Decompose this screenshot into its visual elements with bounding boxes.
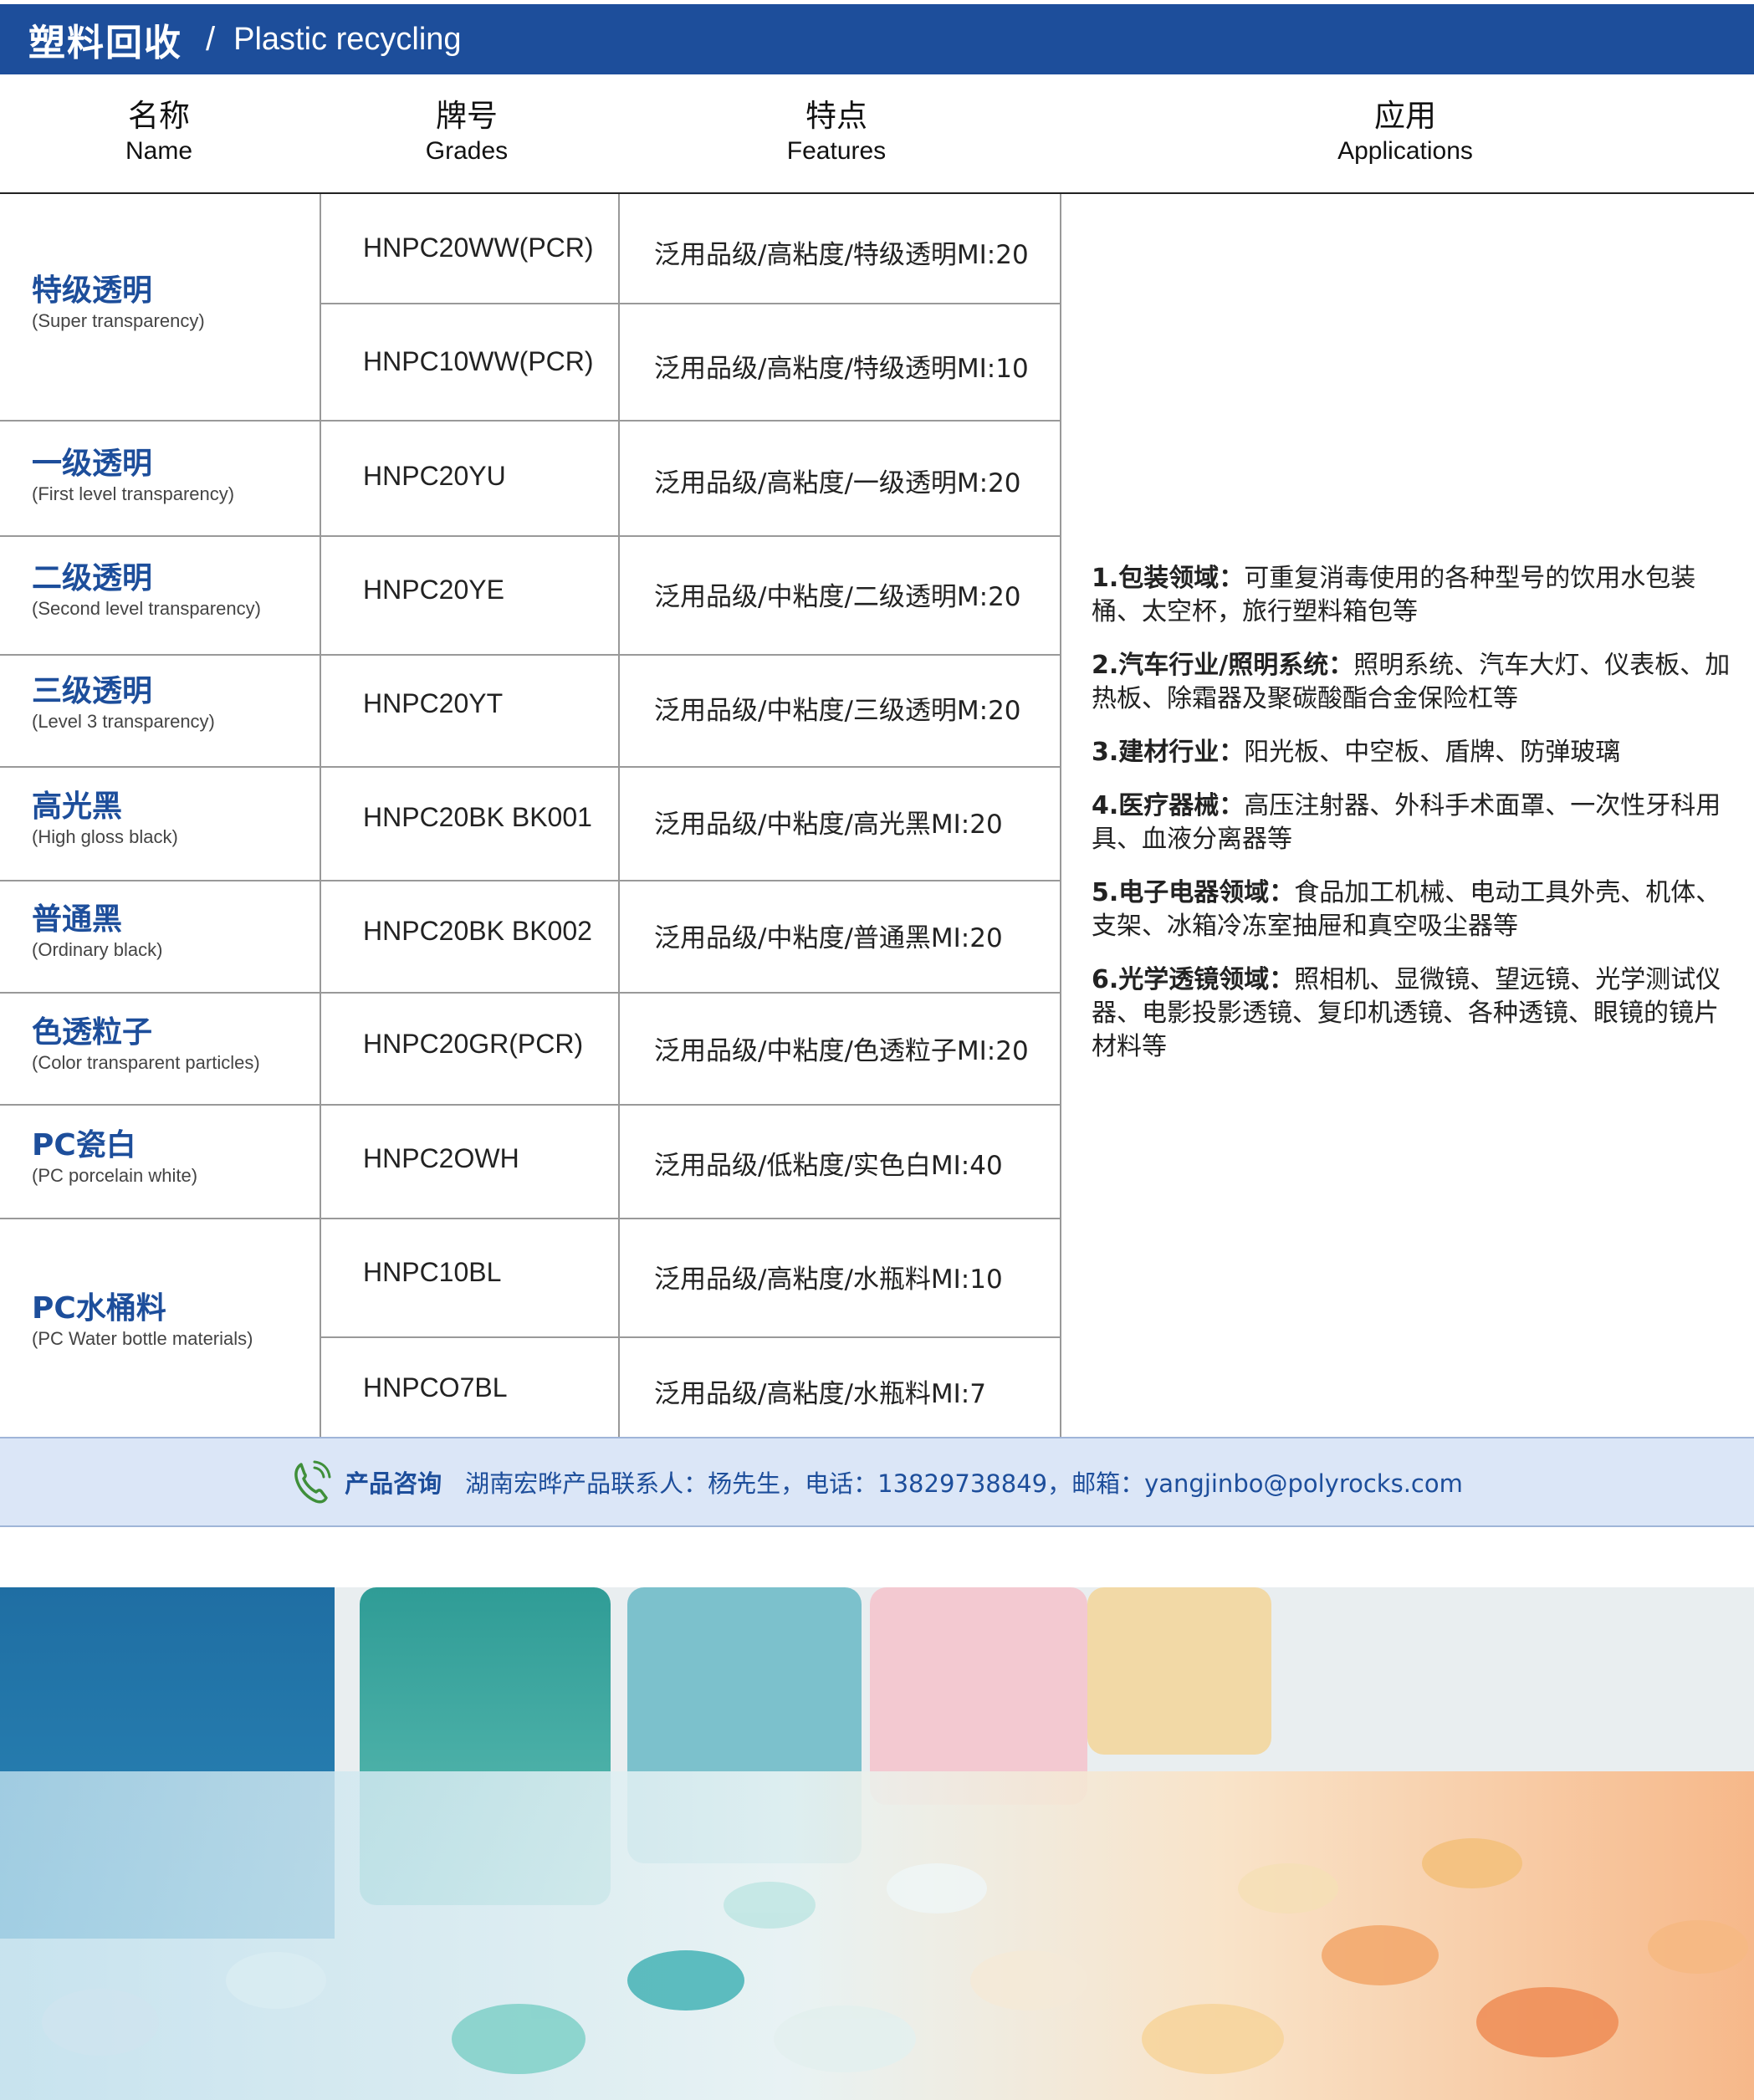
header-title-en: Plastic recycling [233, 21, 462, 57]
application-item: 4.医疗器械：高压注射器、外科手术面罩、一次性牙科用具、血液分离器等 [1092, 789, 1736, 856]
row-divider [0, 1104, 1060, 1106]
page-header: 塑料回收 / Plastic recycling [0, 4, 1754, 74]
product-name-en: (Color transparent particles) [32, 1052, 260, 1073]
column-divider [320, 194, 321, 1437]
product-name: 色透粒子 (Color transparent particles) [32, 1014, 260, 1075]
application-title: 3.建材行业： [1092, 738, 1245, 767]
column-header-en: Name [125, 137, 193, 165]
feature-cell: 泛用品级/低粘度/实色白MI:40 [654, 1151, 1003, 1181]
application-title: 5.电子电器领域： [1092, 878, 1295, 907]
product-name-en: (Ordinary black) [32, 939, 163, 960]
feature-cell: 泛用品级/高粘度/水瓶料MI:7 [654, 1379, 986, 1409]
column-divider [618, 194, 620, 1437]
row-divider [320, 1336, 1060, 1338]
row-divider [0, 535, 1060, 537]
product-name-zh: 高光黑 [32, 789, 123, 824]
grade-cell: HNPCO7BL [363, 1372, 508, 1403]
product-name-en: (PC Water bottle materials) [32, 1328, 253, 1349]
grade-cell: HNPC20YE [363, 575, 504, 605]
application-title: 6.光学透镜领域： [1092, 965, 1295, 994]
header-separator: / [206, 20, 216, 58]
product-name-en: (First level transparency) [32, 483, 235, 504]
header-title-zh: 塑料回收 [28, 22, 182, 64]
column-header-applications: 应用 Applications [1288, 97, 1522, 167]
row-divider [0, 420, 1060, 422]
product-name: 普通黑 (Ordinary black) [32, 902, 162, 962]
product-name: 二级透明 (Second level transparency) [32, 560, 261, 621]
feature-cell: 泛用品级/中粘度/二级透明M:20 [654, 582, 1021, 612]
pellets-illustration [0, 1587, 1754, 2100]
row-divider [320, 303, 1060, 304]
feature-cell: 泛用品级/中粘度/普通黑MI:20 [654, 923, 1003, 953]
product-name: 特级透明 (Super transparency) [32, 273, 205, 333]
product-name-zh: 色透粒子 [32, 1015, 153, 1050]
feature-cell: 泛用品级/高粘度/特级透明MI:20 [654, 240, 1029, 270]
grade-cell: HNPC20BK BK002 [363, 916, 592, 946]
column-header-en: Applications [1337, 137, 1473, 165]
application-text: 阳光板、中空板、盾牌、防弹玻璃 [1244, 738, 1621, 767]
application-item: 6.光学透镜领域：照相机、显微镜、望远镜、光学测试仪器、电影投影透镜、复印机透镜… [1092, 963, 1736, 1064]
row-divider [0, 654, 1060, 656]
product-name-en: (Level 3 transparency) [32, 711, 215, 732]
product-name: 三级透明 (Level 3 transparency) [32, 673, 215, 733]
application-title: 4.医疗器械： [1092, 791, 1245, 820]
product-name-en: (Super transparency) [32, 310, 205, 331]
grade-cell: HNPC20WW(PCR) [363, 232, 594, 263]
feature-cell: 泛用品级/中粘度/三级透明M:20 [654, 696, 1021, 726]
row-divider [0, 766, 1060, 768]
application-item: 5.电子电器领域：食品加工机械、电动工具外壳、机体、支架、冰箱冷冻室抽屉和真空吸… [1092, 876, 1736, 943]
column-header-zh: 名称 [128, 98, 190, 134]
row-divider [0, 1218, 1060, 1219]
column-header-zh: 牌号 [436, 98, 498, 134]
plastic-pellets-photo [0, 1587, 1754, 2100]
product-name: PC水桶料 (PC Water bottle materials) [32, 1290, 253, 1351]
product-name-zh: 三级透明 [32, 674, 153, 708]
product-name-zh: 二级透明 [32, 561, 153, 595]
column-header-en: Grades [425, 137, 509, 165]
column-header-zh: 应用 [1374, 98, 1436, 134]
product-name-zh: 特级透明 [32, 273, 153, 308]
applications-list: 1.包装领域：可重复消毒使用的各种型号的饮用水包装桶、太空杯，旅行塑料箱包等 2… [1092, 562, 1736, 1084]
column-header-zh: 特点 [805, 98, 867, 134]
row-divider [0, 880, 1060, 881]
contact-label: 产品咨询 [345, 1469, 442, 1498]
product-name-zh: PC瓷白 [32, 1128, 136, 1162]
product-name-zh: PC水桶料 [32, 1291, 166, 1326]
application-item: 1.包装领域：可重复消毒使用的各种型号的饮用水包装桶、太空杯，旅行塑料箱包等 [1092, 562, 1736, 629]
grade-cell: HNPC20YT [363, 688, 504, 718]
row-divider [0, 992, 1060, 994]
feature-cell: 泛用品级/高粘度/一级透明M:20 [654, 468, 1021, 498]
application-title: 1.包装领域： [1092, 564, 1245, 593]
grade-cell: HNPC10BL [363, 1257, 502, 1287]
application-title: 2.汽车行业/照明系统： [1092, 651, 1354, 680]
product-name: PC瓷白 (PC porcelain white) [32, 1127, 197, 1188]
product-name-en: (Second level transparency) [32, 598, 261, 619]
column-header-grades: 牌号 Grades [366, 97, 567, 167]
grade-cell: HNPC20BK BK001 [363, 802, 592, 832]
product-name-zh: 普通黑 [32, 902, 123, 937]
product-name: 高光黑 (High gloss black) [32, 789, 178, 849]
feature-cell: 泛用品级/高粘度/特级透明MI:10 [654, 354, 1029, 384]
feature-cell: 泛用品级/中粘度/色透粒子MI:20 [654, 1036, 1029, 1066]
feature-cell: 泛用品级/高粘度/水瓶料MI:10 [654, 1265, 1003, 1295]
product-name-en: (High gloss black) [32, 826, 178, 847]
grade-cell: HNPC20GR(PCR) [363, 1029, 584, 1059]
contact-text[interactable]: 湖南宏晔产品联系人：杨先生，电话：13829738849，邮箱：yangjinb… [465, 1464, 1463, 1500]
column-header-en: Features [786, 137, 887, 165]
grade-cell: HNPC2OWH [363, 1143, 519, 1173]
application-item: 3.建材行业：阳光板、中空板、盾牌、防弹玻璃 [1092, 736, 1736, 769]
phone-icon [294, 1460, 331, 1504]
column-divider [1060, 194, 1061, 1437]
column-header-features: 特点 Features [728, 97, 945, 167]
grade-cell: HNPC10WW(PCR) [363, 346, 594, 376]
product-name: 一级透明 (First level transparency) [32, 446, 234, 506]
column-header-name: 名称 Name [59, 97, 259, 167]
contact-bar: 产品咨询 湖南宏晔产品联系人：杨先生，电话：13829738849，邮箱：yan… [0, 1437, 1754, 1527]
product-name-zh: 一级透明 [32, 447, 153, 481]
application-item: 2.汽车行业/照明系统：照明系统、汽车大灯、仪表板、加热板、除霜器及聚碳酸酯合金… [1092, 649, 1736, 716]
feature-cell: 泛用品级/中粘度/高光黑MI:20 [654, 810, 1003, 840]
product-name-en: (PC porcelain white) [32, 1165, 198, 1186]
header-divider [0, 192, 1754, 194]
grade-cell: HNPC20YU [363, 461, 506, 491]
